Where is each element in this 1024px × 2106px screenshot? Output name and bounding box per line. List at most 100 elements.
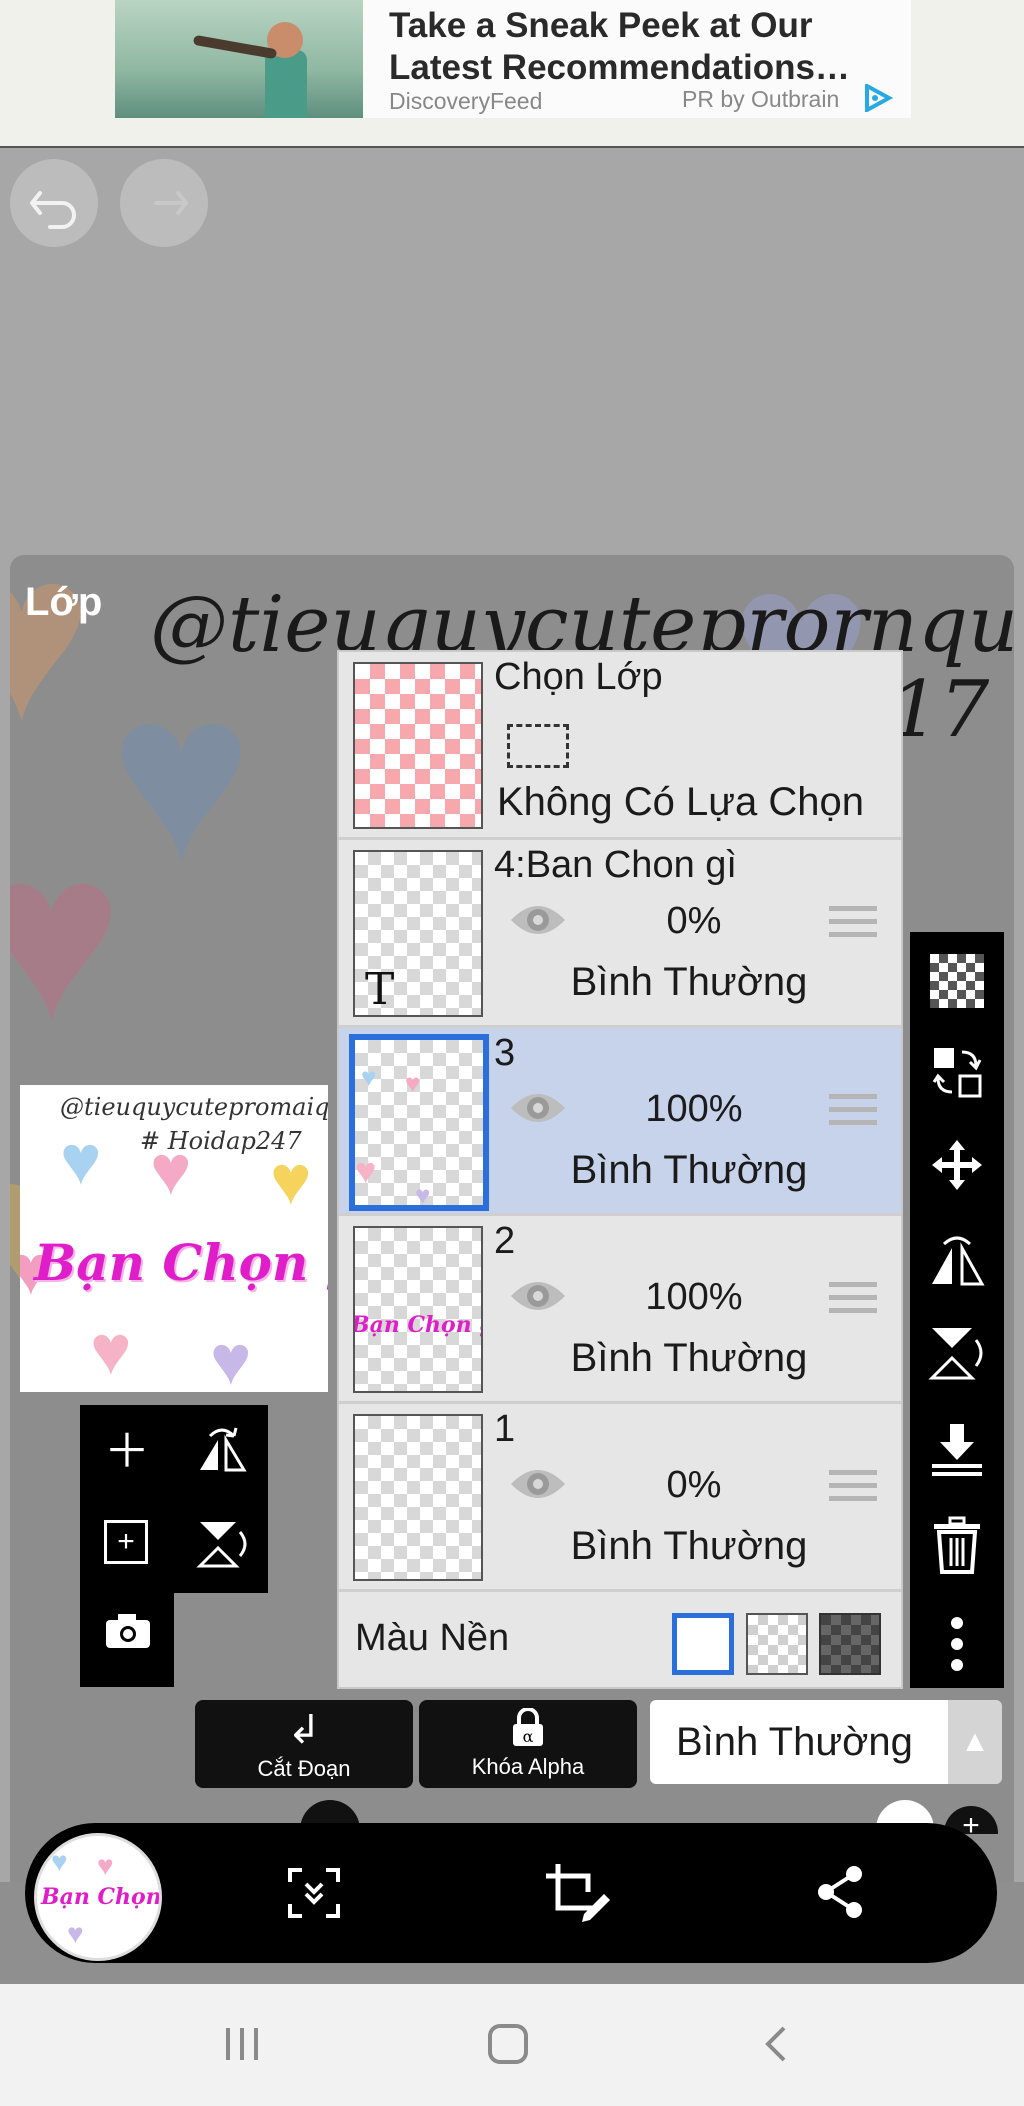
- fit-screen-icon[interactable]: [286, 1866, 342, 1920]
- layer-row-4[interactable]: T 4:Ban Chon gì 0% Bình Thường: [339, 840, 901, 1028]
- layer-name: 2: [494, 1220, 516, 1262]
- back-icon[interactable]: [760, 2024, 790, 2064]
- system-navigation-bar: [0, 1984, 1024, 2106]
- undo-icon: [30, 191, 76, 229]
- heart-decoration: ♥: [60, 1121, 102, 1199]
- layer-opacity[interactable]: 100%: [599, 1276, 789, 1319]
- layer-name: 3: [494, 1032, 516, 1074]
- crop-edit-icon[interactable]: [544, 1862, 612, 1924]
- add-layer-icon[interactable]: ＋: [80, 1428, 174, 1474]
- heart-decoration: ♥: [210, 1321, 252, 1392]
- preview-line1: @tieuquycutepromaique: [60, 1093, 328, 1121]
- ad-image[interactable]: [115, 0, 363, 118]
- selection-title: Chọn Lớp: [494, 656, 663, 698]
- recent-apps-icon[interactable]: [222, 2024, 262, 2064]
- heart-decoration: ♥: [90, 1311, 132, 1389]
- selection-layer-row[interactable]: Chọn Lớp Không Có Lựa Chọn: [339, 652, 901, 840]
- selection-marquee-icon: [507, 724, 569, 768]
- ad-person: [265, 50, 307, 118]
- layer-blend-mode: Bình Thường: [570, 960, 808, 1004]
- canvas-handwriting-suffix: 17: [890, 665, 990, 755]
- artwork-avatar[interactable]: ♥ ♥ ♥ Bạn Chọn gì: [34, 1833, 162, 1961]
- home-icon[interactable]: [486, 2022, 530, 2066]
- ad-title-line1[interactable]: Take a Sneak Peek at Our: [389, 6, 889, 46]
- adchoices-icon[interactable]: [863, 82, 894, 114]
- chevron-up-icon[interactable]: ▲: [948, 1700, 1002, 1784]
- layer-actions-toolbar: [910, 932, 1004, 1688]
- avatar-art-text: Bạn Chọn gì: [41, 1884, 162, 1910]
- layer-opacity[interactable]: 0%: [599, 1464, 789, 1507]
- flip-horizontal-icon[interactable]: [196, 1426, 248, 1474]
- ad-title-line2[interactable]: Latest Recommendations…: [389, 48, 889, 88]
- telescope-icon: [192, 34, 278, 60]
- preview-line2: # Hoidap247: [140, 1127, 302, 1155]
- flip-horizontal-icon[interactable]: [928, 1232, 986, 1288]
- flip-vertical-icon[interactable]: [928, 1324, 986, 1382]
- drag-handle-icon[interactable]: [829, 1282, 877, 1316]
- ad-sponsor[interactable]: PR by Outbrain: [682, 86, 839, 113]
- bg-transparent-swatch[interactable]: [746, 1613, 808, 1675]
- merge-icon[interactable]: [930, 1044, 984, 1100]
- layer-row-3[interactable]: ♥ ♥ ♥ ♥ 3 100% Bình Thường: [339, 1028, 901, 1216]
- selection-thumbnail: [353, 662, 483, 829]
- heart-decoration: ♥: [361, 1062, 377, 1092]
- heart-decoration: ♥: [405, 1068, 421, 1098]
- lock-icon: α: [509, 1707, 547, 1748]
- background-color-label: Màu Nền: [355, 1617, 510, 1659]
- heart-decoration: ♥: [110, 641, 253, 909]
- alpha-lock-label: Khóa Alpha: [471, 1754, 585, 1779]
- heart-decoration: ♥: [67, 1918, 84, 1949]
- heart-decoration: ♥: [10, 801, 123, 1069]
- layer-blend-mode: Bình Thường: [570, 1336, 808, 1380]
- more-vertical-icon[interactable]: [950, 1616, 964, 1672]
- text-layer-icon: T: [365, 964, 395, 1015]
- heart-decoration: ♥: [270, 1141, 312, 1219]
- selection-subtitle: Không Có Lựa Chọn: [497, 780, 865, 824]
- trash-icon[interactable]: [932, 1516, 982, 1574]
- layer-thumbnail: Bạn Chọn gì: [353, 1226, 483, 1393]
- heart-decoration: ♥: [51, 1846, 68, 1877]
- alpha-lock-button[interactable]: α Khóa Alpha: [419, 1700, 637, 1788]
- flip-vertical-icon[interactable]: [196, 1518, 248, 1570]
- layer-name: 1: [494, 1408, 516, 1450]
- layer-thumbnail: T: [353, 850, 483, 1017]
- checker-icon[interactable]: [930, 954, 984, 1008]
- eye-icon[interactable]: [509, 1088, 567, 1128]
- panel-title: Lớp: [25, 580, 103, 624]
- eye-icon[interactable]: [509, 900, 567, 940]
- heart-decoration: ♥: [415, 1180, 431, 1210]
- move-icon[interactable]: [930, 1138, 984, 1192]
- redo-icon: [154, 191, 188, 215]
- layers-panel: Chọn Lớp Không Có Lựa Chọn T 4:Ban Chon …: [337, 650, 903, 1689]
- camera-icon[interactable]: [104, 1612, 152, 1648]
- clipping-label: Cắt Đoạn: [257, 1756, 351, 1781]
- background-color-row: Màu Nền: [339, 1597, 901, 1685]
- layer-thumbnail: [353, 1414, 483, 1581]
- drag-handle-icon[interactable]: [829, 1094, 877, 1128]
- undo-button[interactable]: [10, 159, 98, 247]
- drag-handle-icon[interactable]: [829, 1470, 877, 1504]
- layer-art-text: Bạn Chọn gì: [353, 1312, 481, 1338]
- layer-row-1[interactable]: 1 0% Bình Thường: [339, 1404, 901, 1592]
- layer-name: 4:Ban Chon gì: [494, 844, 737, 886]
- canvas-preview[interactable]: ♥ ♥ ♥ ♥ ♥ ♥ @tieuquycutepromaique # Hoid…: [20, 1085, 328, 1392]
- layer-row-2[interactable]: Bạn Chọn gì 2 100% Bình Thường: [339, 1216, 901, 1404]
- redo-button[interactable]: [120, 159, 208, 247]
- ad-source: DiscoveryFeed: [389, 88, 543, 114]
- layer-opacity[interactable]: 0%: [599, 900, 789, 943]
- eye-icon[interactable]: [509, 1464, 567, 1504]
- bg-dark-swatch[interactable]: [819, 1613, 881, 1675]
- heart-decoration: ♥: [97, 1850, 114, 1881]
- layer-thumbnail: ♥ ♥ ♥ ♥: [349, 1034, 489, 1211]
- drag-handle-icon[interactable]: [829, 906, 877, 940]
- bg-white-swatch[interactable]: [672, 1613, 734, 1675]
- share-icon[interactable]: [816, 1864, 866, 1920]
- layer-opacity[interactable]: 100%: [599, 1088, 789, 1131]
- merge-down-icon[interactable]: [930, 1422, 984, 1478]
- clipping-button[interactable]: ↲ Cắt Đoạn: [195, 1700, 413, 1788]
- duplicate-layer-icon[interactable]: +: [104, 1520, 148, 1564]
- heart-decoration: ♥: [355, 1150, 377, 1191]
- eye-icon[interactable]: [509, 1276, 567, 1316]
- layer-blend-mode: Bình Thường: [570, 1524, 808, 1568]
- blend-mode-select[interactable]: Bình Thường: [650, 1700, 948, 1784]
